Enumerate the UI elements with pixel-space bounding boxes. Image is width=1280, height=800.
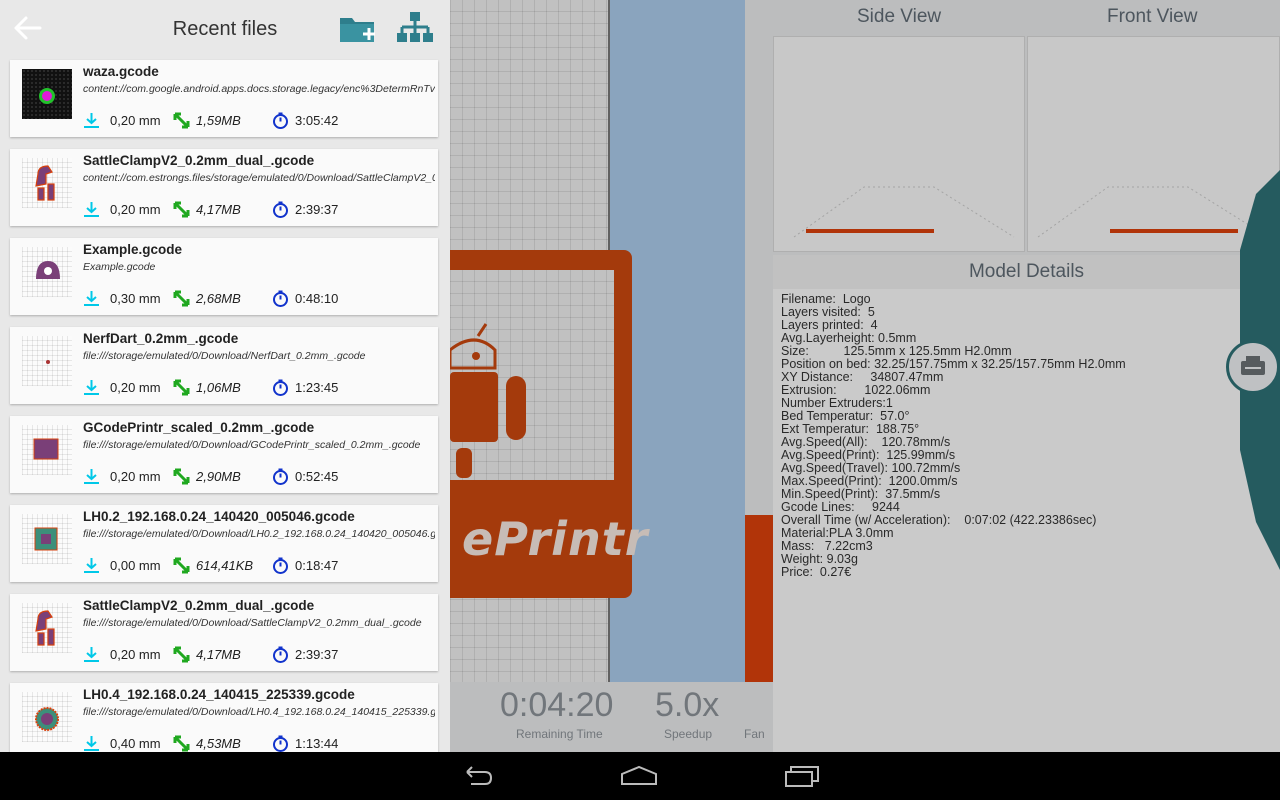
layer-height-icon [84,647,99,662]
print-time-icon [273,735,288,752]
nav-recents-icon[interactable] [782,762,822,790]
file-card[interactable]: SattleClampV2_0.2mm_dual_.gcode file:///s… [10,594,438,671]
print-time-icon [273,379,288,396]
print-time-value: 3:05:42 [295,113,339,128]
file-size-value: 614,41KB [196,558,254,573]
layer-height-value: 0,20 mm [110,647,161,662]
file-size-value: 2,68MB [196,291,241,306]
layer-height-value: 0,00 mm [110,558,161,573]
file-path: file:///storage/emulated/0/Download/GCod… [83,439,421,451]
file-meta: 0,30 mm 2,68MB 0:48:10 [83,289,433,309]
nav-back-icon[interactable] [457,762,497,790]
file-card[interactable]: GCodePrintr_scaled_0.2mm_.gcode file:///s… [10,416,438,493]
file-card[interactable]: LH0.4_192.168.0.24_140415_225339.gcodefi… [10,683,438,752]
file-size-value: 4,53MB [196,736,241,751]
file-thumbnail [22,692,72,742]
print-time-icon [273,468,288,485]
file-size-value: 1,06MB [196,380,241,395]
file-path: file:///storage/emulated/0/Download/Nerf… [83,350,366,362]
nav-home-icon[interactable] [619,762,659,790]
file-thumbnail [22,158,72,208]
drawer-header: Recent files [0,0,450,60]
file-size-value: 4,17MB [196,647,241,662]
file-meta: 0,40 mm 4,53MB 1:13:44 [83,734,433,752]
file-size-icon [173,112,190,129]
layer-height-value: 0,30 mm [110,291,161,306]
file-thumbnail [22,247,72,297]
layer-height-icon [84,558,99,573]
file-card[interactable]: NerfDart_0.2mm_.gcode file:///storage/emu… [10,327,438,404]
print-time-icon [273,201,288,218]
file-size-value: 4,17MB [196,202,241,217]
file-name: SattleClampV2_0.2mm_dual_.gcode [83,598,315,613]
file-thumbnail [22,603,72,653]
layer-height-icon [84,113,99,128]
system-navigation-bar [0,752,1280,800]
drawer-title: Recent files [172,18,278,40]
file-size-icon [173,379,190,396]
layer-height-value: 0,20 mm [110,202,161,217]
print-time-value: 1:13:44 [295,736,339,751]
print-time-value: 0:48:10 [295,291,339,306]
file-name: SattleClampV2_0.2mm_dual_.gcode [83,153,315,168]
recent-files-drawer: Recent files waza.gcode content://com.goo… [0,0,450,752]
file-meta: 0,20 mm 4,17MB 2:39:37 [83,645,433,665]
file-thumbnail [22,425,72,475]
file-path: Example.gcode [83,261,156,273]
folder-tree-icon[interactable] [396,10,434,46]
print-time-value: 0:18:47 [295,558,339,573]
file-thumbnail [22,69,72,119]
layer-height-value: 0,40 mm [110,736,161,751]
print-time-icon [273,290,288,307]
file-size-icon [173,290,190,307]
file-path: content://com.google.android.apps.docs.s… [83,83,435,95]
layer-height-value: 0,20 mm [110,113,161,128]
file-size-value: 2,90MB [196,469,241,484]
file-thumbnail [22,336,72,386]
layer-height-icon [84,202,99,217]
file-path: file:///storage/emulated/0/Download/LH0.… [83,528,435,540]
file-size-icon [173,735,190,752]
layer-height-icon [84,291,99,306]
file-path: file:///storage/emulated/0/Download/Satt… [83,617,422,629]
file-size-icon [173,468,190,485]
file-path: file:///storage/emulated/0/Download/LH0.… [83,706,435,718]
file-name: GCodePrintr_scaled_0.2mm_.gcode [83,420,315,435]
print-time-icon [273,557,288,574]
print-time-value: 1:23:45 [295,380,339,395]
file-card[interactable]: SattleClampV2_0.2mm_dual_.gcode content:/… [10,149,438,226]
file-card[interactable]: Example.gcode Example.gcode 0,30 mm 2,68MB 0… [10,238,438,315]
add-folder-icon[interactable] [338,10,380,46]
file-thumbnail [22,514,72,564]
file-name: LH0.4_192.168.0.24_140415_225339.gcode [83,687,355,702]
file-meta: 0,20 mm 4,17MB 2:39:37 [83,200,433,220]
file-meta: 0,20 mm 1,06MB 1:23:45 [83,378,433,398]
file-card[interactable]: LH0.2_192.168.0.24_140420_005046.gcodefi… [10,505,438,582]
file-size-icon [173,646,190,663]
layer-height-icon [84,736,99,751]
file-meta: 0,20 mm 1,59MB 3:05:42 [83,111,433,131]
print-time-icon [273,646,288,663]
file-meta: 0,00 mm 614,41KB 0:18:47 [83,556,433,576]
layer-height-icon [84,380,99,395]
layer-height-value: 0,20 mm [110,469,161,484]
print-time-icon [273,112,288,129]
file-card[interactable]: waza.gcode content://com.google.android.a… [10,60,438,137]
drawer-scrim[interactable] [450,0,1280,752]
file-name: Example.gcode [83,242,183,257]
file-name: waza.gcode [83,64,159,79]
layer-height-value: 0,20 mm [110,380,161,395]
print-time-value: 2:39:37 [295,647,339,662]
file-name: LH0.2_192.168.0.24_140420_005046.gcode [83,509,355,524]
print-time-value: 0:52:45 [295,469,339,484]
file-size-icon [173,201,190,218]
file-size-value: 1,59MB [196,113,241,128]
file-path: content://com.estrongs.files/storage/emu… [83,172,435,184]
file-meta: 0,20 mm 2,90MB 0:52:45 [83,467,433,487]
print-time-value: 2:39:37 [295,202,339,217]
file-name: NerfDart_0.2mm_.gcode [83,331,239,346]
file-size-icon [173,557,190,574]
layer-height-icon [84,469,99,484]
